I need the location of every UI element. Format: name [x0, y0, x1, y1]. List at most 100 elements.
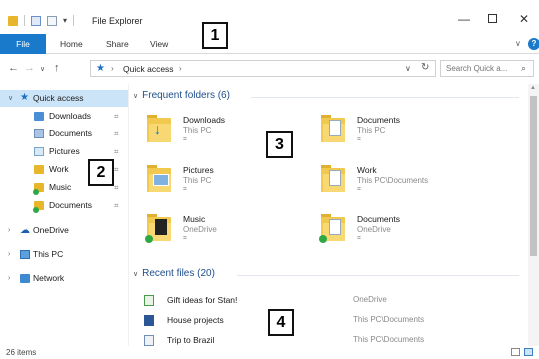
quick-access-star-icon: ★ [96, 63, 105, 74]
folder-tile-documents-onedrive[interactable]: Documents OneDrive ⌗ [303, 211, 463, 255]
navigation-pane: ∨ ★ Quick access Downloads ⌗ Documents ⌗… [0, 84, 128, 346]
help-icon[interactable]: ? [528, 38, 539, 50]
sidebar-item-pictures[interactable]: Pictures ⌗ [0, 143, 128, 160]
tab-file[interactable]: File [0, 34, 46, 54]
pin-icon: ⌗ [183, 136, 187, 143]
recent-file-row[interactable]: Gift ideas for Stan! OneDrive [137, 292, 517, 308]
ribbon-tabs: File Home Share View ∨ ? [0, 34, 539, 54]
address-dropdown-icon[interactable]: ∨ [405, 64, 411, 73]
sidebar-item-onedrive[interactable]: › ☁ OneDrive [0, 222, 128, 239]
breadcrumb-separator[interactable]: › [111, 64, 114, 73]
sidebar-item-label: Network [33, 273, 65, 283]
sidebar-item-label: Downloads [49, 111, 92, 121]
folder-tile-downloads[interactable]: ↓ Downloads This PC ⌗ [129, 112, 289, 156]
tab-view[interactable]: View [140, 34, 178, 54]
tab-share[interactable]: Share [96, 34, 139, 54]
sidebar-item-label: Documents [49, 200, 92, 210]
annotation-marker: 3 [266, 131, 293, 158]
download-folder-icon [34, 112, 44, 121]
content-pane: ∨ Frequent folders (6) ↓ Downloads This P… [129, 84, 525, 346]
file-name: Gift ideas for Stan! [167, 295, 238, 305]
maximize-button[interactable] [488, 12, 497, 26]
folder-name: Downloads [183, 115, 226, 125]
qat-dropdown-icon[interactable]: ▾ [63, 16, 67, 25]
folder-icon[interactable] [8, 15, 18, 26]
quick-access-toolbar: ▾ [8, 15, 75, 26]
expand-chevron-icon[interactable]: › [8, 246, 10, 263]
sidebar-item-label: Work [49, 164, 69, 174]
recent-locations-icon[interactable]: ∨ [40, 65, 45, 73]
pin-icon: ⌗ [183, 186, 187, 193]
documents-icon [34, 129, 44, 138]
star-icon: ★ [20, 92, 29, 103]
expand-chevron-icon[interactable]: › [8, 270, 10, 287]
sidebar-item-downloads[interactable]: Downloads ⌗ [0, 108, 128, 125]
network-icon [20, 274, 30, 283]
collapse-chevron-icon[interactable]: ∨ [133, 271, 138, 278]
folder-tile-documents[interactable]: Documents This PC ⌗ [303, 112, 463, 156]
tab-home[interactable]: Home [50, 34, 93, 54]
recent-file-row[interactable]: House projects This PC\Documents [137, 312, 517, 328]
file-icon [144, 295, 154, 306]
breadcrumb-quick-access[interactable]: Quick access [123, 64, 174, 74]
sidebar-item-documents[interactable]: Documents ⌗ [0, 125, 128, 142]
sidebar-item-label: OneDrive [33, 225, 69, 235]
up-button[interactable]: ↑ [54, 62, 60, 74]
pin-icon[interactable]: ⌗ [114, 143, 119, 160]
file-name: House projects [167, 315, 224, 325]
title-bar: ▾ File Explorer — ✕ [0, 0, 539, 34]
folder-tile-music[interactable]: Music OneDrive ⌗ [129, 211, 289, 255]
annotation-marker: 1 [202, 22, 228, 49]
address-bar[interactable]: ★ › Quick access › ∨ ↻ [90, 60, 436, 77]
refresh-icon[interactable]: ↻ [421, 62, 429, 73]
recent-files-header[interactable]: ∨ Recent files (20) [133, 268, 215, 279]
folder-tile-pictures[interactable]: Pictures This PC ⌗ [129, 162, 289, 206]
folder-icon [319, 213, 345, 243]
sync-check-icon [33, 189, 39, 195]
pin-icon[interactable]: ⌗ [114, 179, 119, 196]
document-icon [329, 120, 341, 136]
collapse-chevron-icon[interactable]: ∨ [8, 90, 13, 107]
sync-check-icon [145, 235, 153, 243]
search-input[interactable] [441, 61, 519, 76]
qat-separator [73, 15, 75, 26]
sidebar-item-documents-onedrive[interactable]: Documents ⌗ [0, 197, 128, 214]
properties-icon[interactable] [31, 15, 41, 26]
frequent-folders-header[interactable]: ∨ Frequent folders (6) [133, 90, 230, 101]
folder-location: OneDrive [357, 225, 391, 234]
sidebar-item-label: This PC [33, 249, 64, 259]
breadcrumb-separator[interactable]: › [179, 64, 182, 73]
pin-icon[interactable]: ⌗ [114, 125, 119, 142]
close-button[interactable]: ✕ [519, 12, 529, 26]
pin-icon[interactable]: ⌗ [114, 161, 119, 178]
expand-chevron-icon[interactable]: › [8, 222, 10, 239]
folder-tile-work[interactable]: Work This PC\Documents ⌗ [303, 162, 463, 206]
vertical-scrollbar[interactable]: ▲ [528, 84, 539, 346]
sidebar-item-this-pc[interactable]: › This PC [0, 246, 128, 263]
download-arrow-icon: ↓ [154, 121, 161, 137]
sync-check-icon [33, 207, 39, 213]
sidebar-item-quick-access[interactable]: ∨ ★ Quick access [0, 90, 128, 107]
sidebar-item-network[interactable]: › Network [0, 270, 128, 287]
search-box[interactable]: ⌕ [440, 60, 534, 77]
new-folder-icon[interactable] [47, 15, 57, 26]
folder-icon [321, 114, 345, 142]
minimize-button[interactable]: — [458, 12, 470, 26]
collapse-chevron-icon[interactable]: ∨ [133, 93, 138, 100]
sidebar-item-label: Quick access [33, 93, 84, 103]
folder-icon [145, 213, 171, 243]
expand-ribbon-icon[interactable]: ∨ [515, 39, 521, 48]
pin-icon[interactable]: ⌗ [114, 197, 119, 214]
forward-button[interactable]: → [24, 62, 35, 74]
search-icon[interactable]: ⌕ [521, 63, 526, 74]
large-icons-view-icon[interactable] [524, 348, 533, 356]
pin-icon[interactable]: ⌗ [114, 108, 119, 125]
folder-icon: ↓ [147, 114, 171, 142]
scrollbar-thumb[interactable] [530, 96, 537, 256]
item-count: 26 items [6, 348, 37, 357]
back-button[interactable]: ← [8, 62, 19, 74]
computer-icon [20, 250, 30, 259]
scroll-up-icon[interactable]: ▲ [530, 85, 536, 91]
details-view-icon[interactable] [511, 348, 520, 356]
file-icon [144, 335, 154, 346]
